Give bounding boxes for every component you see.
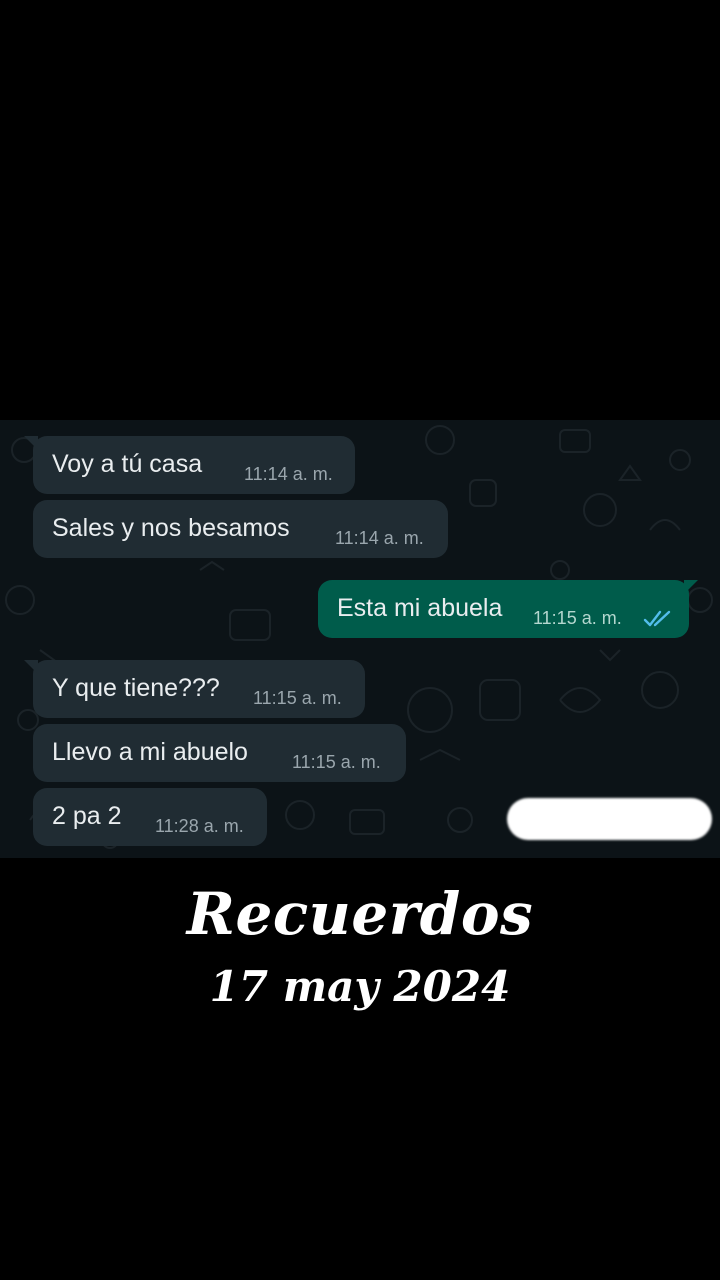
message-time: 11:15 a. m. bbox=[292, 752, 381, 772]
message-text: Sales y nos besamos bbox=[52, 514, 290, 542]
message-bubble-incoming[interactable]: Sales y nos besamos 11:14 a. m. bbox=[33, 500, 448, 558]
caption-date: 17 may 2024 bbox=[209, 962, 511, 1011]
message-time: 11:14 a. m. bbox=[335, 528, 424, 548]
message-bubble-incoming[interactable]: Y que tiene??? 11:15 a. m. bbox=[24, 660, 365, 718]
message-text: Esta mi abuela bbox=[337, 594, 503, 622]
message-time: 11:14 a. m. bbox=[244, 464, 333, 484]
message-text: Voy a tú casa bbox=[52, 450, 203, 478]
message-text: 2 pa 2 bbox=[52, 802, 122, 830]
chat-screenshot: Voy a tú casa 11:14 a. m. Sales y nos be… bbox=[0, 420, 720, 858]
double-check-icon bbox=[643, 610, 671, 627]
caption-title: Recuerdos bbox=[186, 880, 534, 948]
message-text: Y que tiene??? bbox=[52, 674, 220, 702]
redaction-scribble bbox=[507, 798, 712, 840]
message-bubble-incoming[interactable]: Llevo a mi abuelo 11:15 a. m. bbox=[33, 724, 406, 782]
message-time: 11:28 a. m. bbox=[155, 816, 244, 836]
bubble-tail bbox=[684, 580, 698, 594]
message-time: 11:15 a. m. bbox=[253, 688, 342, 708]
bubble-tail bbox=[24, 436, 38, 450]
message-bubble-incoming[interactable]: 2 pa 2 11:28 a. m. bbox=[33, 788, 267, 846]
message-time: 11:15 a. m. bbox=[533, 608, 622, 628]
message-bubble-incoming[interactable]: Voy a tú casa 11:14 a. m. bbox=[24, 436, 355, 494]
message-bubble-outgoing[interactable]: Esta mi abuela 11:15 a. m. bbox=[318, 580, 698, 638]
bubble-tail bbox=[24, 660, 38, 674]
message-text: Llevo a mi abuelo bbox=[52, 738, 248, 766]
